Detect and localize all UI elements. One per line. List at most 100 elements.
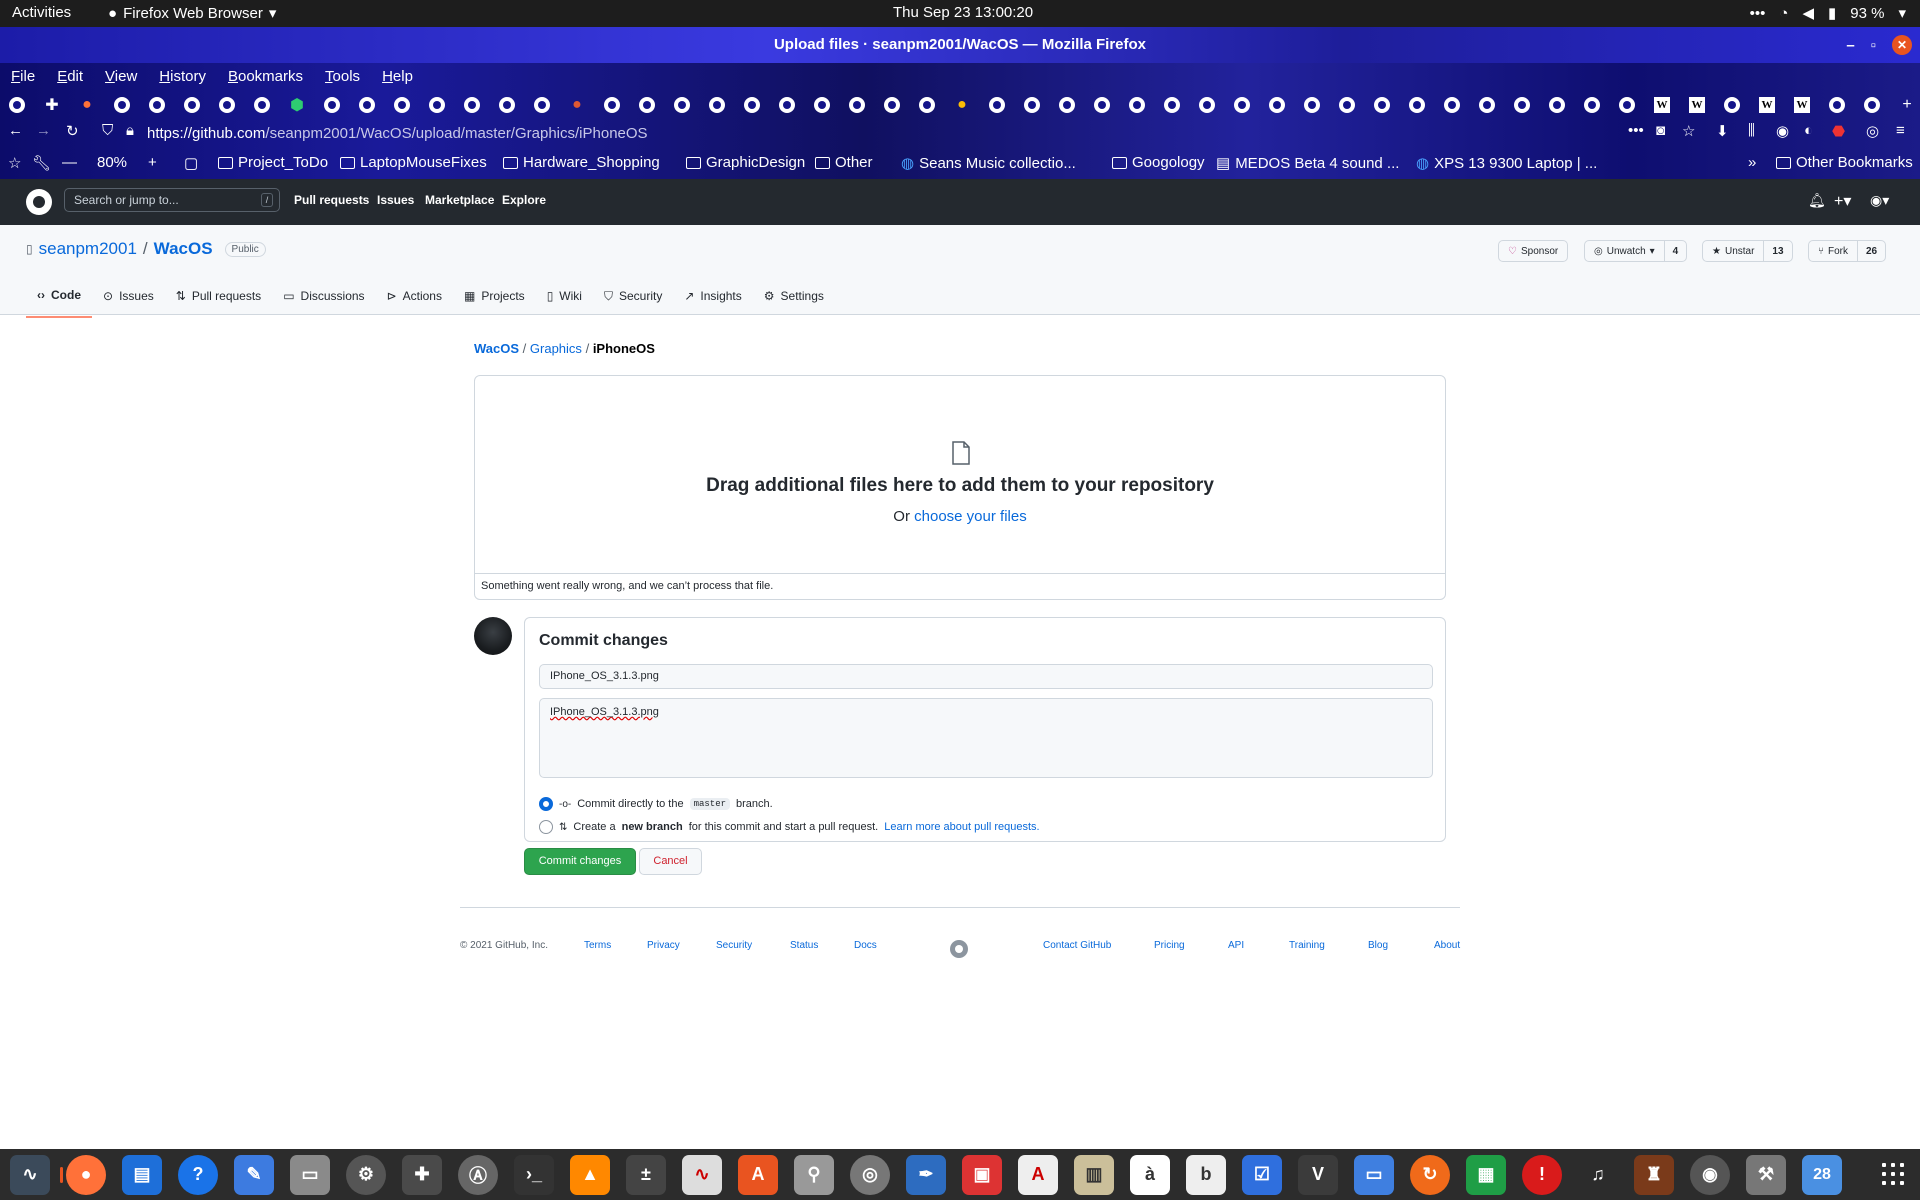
tab-github[interactable]	[776, 94, 798, 116]
tab-github[interactable]	[1196, 94, 1218, 116]
character-map-icon[interactable]: à	[1130, 1154, 1170, 1195]
repo-owner-link[interactable]: seanpm2001	[39, 239, 137, 259]
tab-wiki[interactable]: ▯ Wiki	[536, 286, 593, 318]
avatar-menu-icon[interactable]: ◉▾	[1870, 192, 1889, 209]
tab-github[interactable]	[1021, 94, 1043, 116]
commit-description-textarea[interactable]: IPhone_OS_3.1.3.png	[539, 698, 1433, 778]
tab-chrome[interactable]: ●	[951, 94, 973, 116]
tab-github[interactable]	[1266, 94, 1288, 116]
search-input[interactable]: Search or jump to... /	[64, 188, 280, 212]
alert-icon[interactable]: !	[1522, 1154, 1562, 1195]
tab-github[interactable]	[846, 94, 868, 116]
github-logo-icon[interactable]	[950, 940, 968, 958]
text-editor-icon[interactable]: ✎	[234, 1154, 274, 1195]
inkscape-icon[interactable]: ✒	[906, 1154, 946, 1195]
tab-github[interactable]	[1336, 94, 1358, 116]
tab-github[interactable]	[1161, 94, 1183, 116]
tab-github[interactable]	[916, 94, 938, 116]
footer-link-blog[interactable]: Blog	[1368, 940, 1388, 951]
tab-github[interactable]	[1721, 94, 1743, 116]
tab-security[interactable]: ⛉ Security	[593, 286, 673, 318]
tab-issues[interactable]: ⊙ Issues	[92, 286, 165, 318]
back-icon[interactable]: ←	[8, 122, 23, 139]
ublock-icon[interactable]: ⬣	[1832, 122, 1845, 140]
file-drop-zone[interactable]: Drag additional files here to add them t…	[474, 375, 1446, 600]
settings-icon[interactable]: ⚙	[346, 1154, 386, 1195]
tab-pull-requests[interactable]: ⇅ Pull requests	[165, 286, 272, 318]
font-viewer-icon[interactable]: A	[1018, 1154, 1058, 1195]
tab-github[interactable]	[426, 94, 448, 116]
tab-wikipedia[interactable]: W	[1651, 94, 1673, 116]
help-icon[interactable]: ?	[178, 1154, 218, 1195]
calculator-icon[interactable]: ±	[626, 1154, 666, 1195]
bookmark-link[interactable]: ◍ XPS 13 9300 Laptop | ...	[1416, 154, 1597, 173]
menu-edit[interactable]: Edit	[46, 63, 94, 91]
bookmark-folder[interactable]: GraphicDesign	[686, 154, 805, 171]
reload-icon[interactable]: ↻	[66, 122, 79, 140]
bookmark-link[interactable]: ▤ MEDOS Beta 4 sound ...	[1216, 154, 1399, 173]
chevron-right-icon[interactable]: »	[1748, 154, 1756, 171]
tab-insights[interactable]: ↗ Insights	[673, 286, 752, 318]
tab-github[interactable]	[1371, 94, 1393, 116]
nav-issues[interactable]: Issues	[377, 193, 414, 207]
app-menu[interactable]: ● Firefox Web Browser ▾	[108, 4, 276, 23]
tab-extension[interactable]: ✚	[41, 94, 63, 116]
radio-selected[interactable]	[539, 797, 553, 811]
todo-icon[interactable]: ☑	[1242, 1154, 1282, 1195]
tab-github[interactable]	[1441, 94, 1463, 116]
tab-github[interactable]	[1406, 94, 1428, 116]
terminal-icon[interactable]: ›_	[514, 1154, 554, 1195]
software-updater-icon[interactable]: Ⓐ	[458, 1154, 498, 1195]
disk-icon[interactable]: ◎	[850, 1154, 890, 1195]
bell-icon[interactable]: 🔔︎	[1808, 192, 1826, 209]
tab-firefox[interactable]: ●	[76, 94, 98, 116]
tab-github[interactable]	[146, 94, 168, 116]
menu-view[interactable]: View	[94, 63, 148, 91]
star-icon[interactable]: ☆	[8, 154, 21, 172]
star-count[interactable]: 13	[1763, 241, 1791, 261]
text-tool-icon[interactable]: b	[1186, 1154, 1226, 1195]
system-tray[interactable]: ••• ◔ ◀ ▮ 93 % ▾	[1750, 4, 1906, 23]
extension-manager-icon[interactable]: ✚	[402, 1154, 442, 1195]
lock-icon[interactable]: 🔒︎	[126, 122, 134, 139]
game-icon[interactable]: ♜	[1634, 1154, 1674, 1195]
nav-explore[interactable]: Explore	[502, 193, 546, 207]
footer-link-about[interactable]: About	[1434, 940, 1460, 951]
tab-github[interactable]	[6, 94, 28, 116]
bookmark-link[interactable]: ◍ Seans Music collectio...	[901, 154, 1076, 173]
footer-link-status[interactable]: Status	[790, 940, 818, 951]
tab-github[interactable]	[496, 94, 518, 116]
footer-link-api[interactable]: API	[1228, 940, 1244, 951]
commit-new-branch-option[interactable]: ⇅ Create a new branch for this commit and …	[539, 820, 1040, 834]
nav-marketplace[interactable]: Marketplace	[425, 193, 494, 207]
url-bar[interactable]: https://github.com/seanpm2001/WacOS/uplo…	[147, 125, 648, 142]
screenshot-icon[interactable]: ▢	[184, 154, 198, 172]
tab-github[interactable]	[1546, 94, 1568, 116]
tab-github[interactable]	[671, 94, 693, 116]
tab-actions[interactable]: ⊳ Actions	[376, 286, 453, 318]
vim-icon[interactable]: V	[1298, 1154, 1338, 1195]
bookmark-folder[interactable]: Project_ToDo	[218, 154, 328, 171]
commit-summary-input[interactable]: IPhone_OS_3.1.3.png	[539, 664, 1433, 689]
tab-wikipedia[interactable]: W	[1756, 94, 1778, 116]
backup-icon[interactable]: ↻	[1410, 1154, 1450, 1195]
tab-duckduckgo[interactable]: ●	[566, 94, 588, 116]
shield-icon[interactable]: ⛉	[102, 122, 113, 139]
minimize-icon[interactable]: –	[1846, 37, 1854, 54]
tab-github[interactable]	[356, 94, 378, 116]
menu-help[interactable]: Help	[371, 63, 424, 91]
commit-changes-button[interactable]: Commit changes	[524, 848, 636, 875]
clock[interactable]: Thu Sep 23 13:00:20	[893, 4, 1033, 21]
watch-count[interactable]: 4	[1663, 241, 1687, 261]
cancel-button[interactable]: Cancel	[639, 848, 702, 875]
menu-bookmarks[interactable]: Bookmarks	[217, 63, 314, 91]
tab-github[interactable]	[1231, 94, 1253, 116]
tab-github[interactable]	[216, 94, 238, 116]
bookmark-folder[interactable]: Other	[815, 154, 873, 171]
tab-github[interactable]	[1826, 94, 1848, 116]
commit-direct-option[interactable]: -o- Commit directly to the master branch…	[539, 797, 773, 811]
tab-settings[interactable]: ⚙ Settings	[753, 286, 835, 318]
wrench-icon[interactable]: 🔧︎	[32, 154, 51, 172]
tab-github[interactable]	[461, 94, 483, 116]
tab-github[interactable]	[986, 94, 1008, 116]
